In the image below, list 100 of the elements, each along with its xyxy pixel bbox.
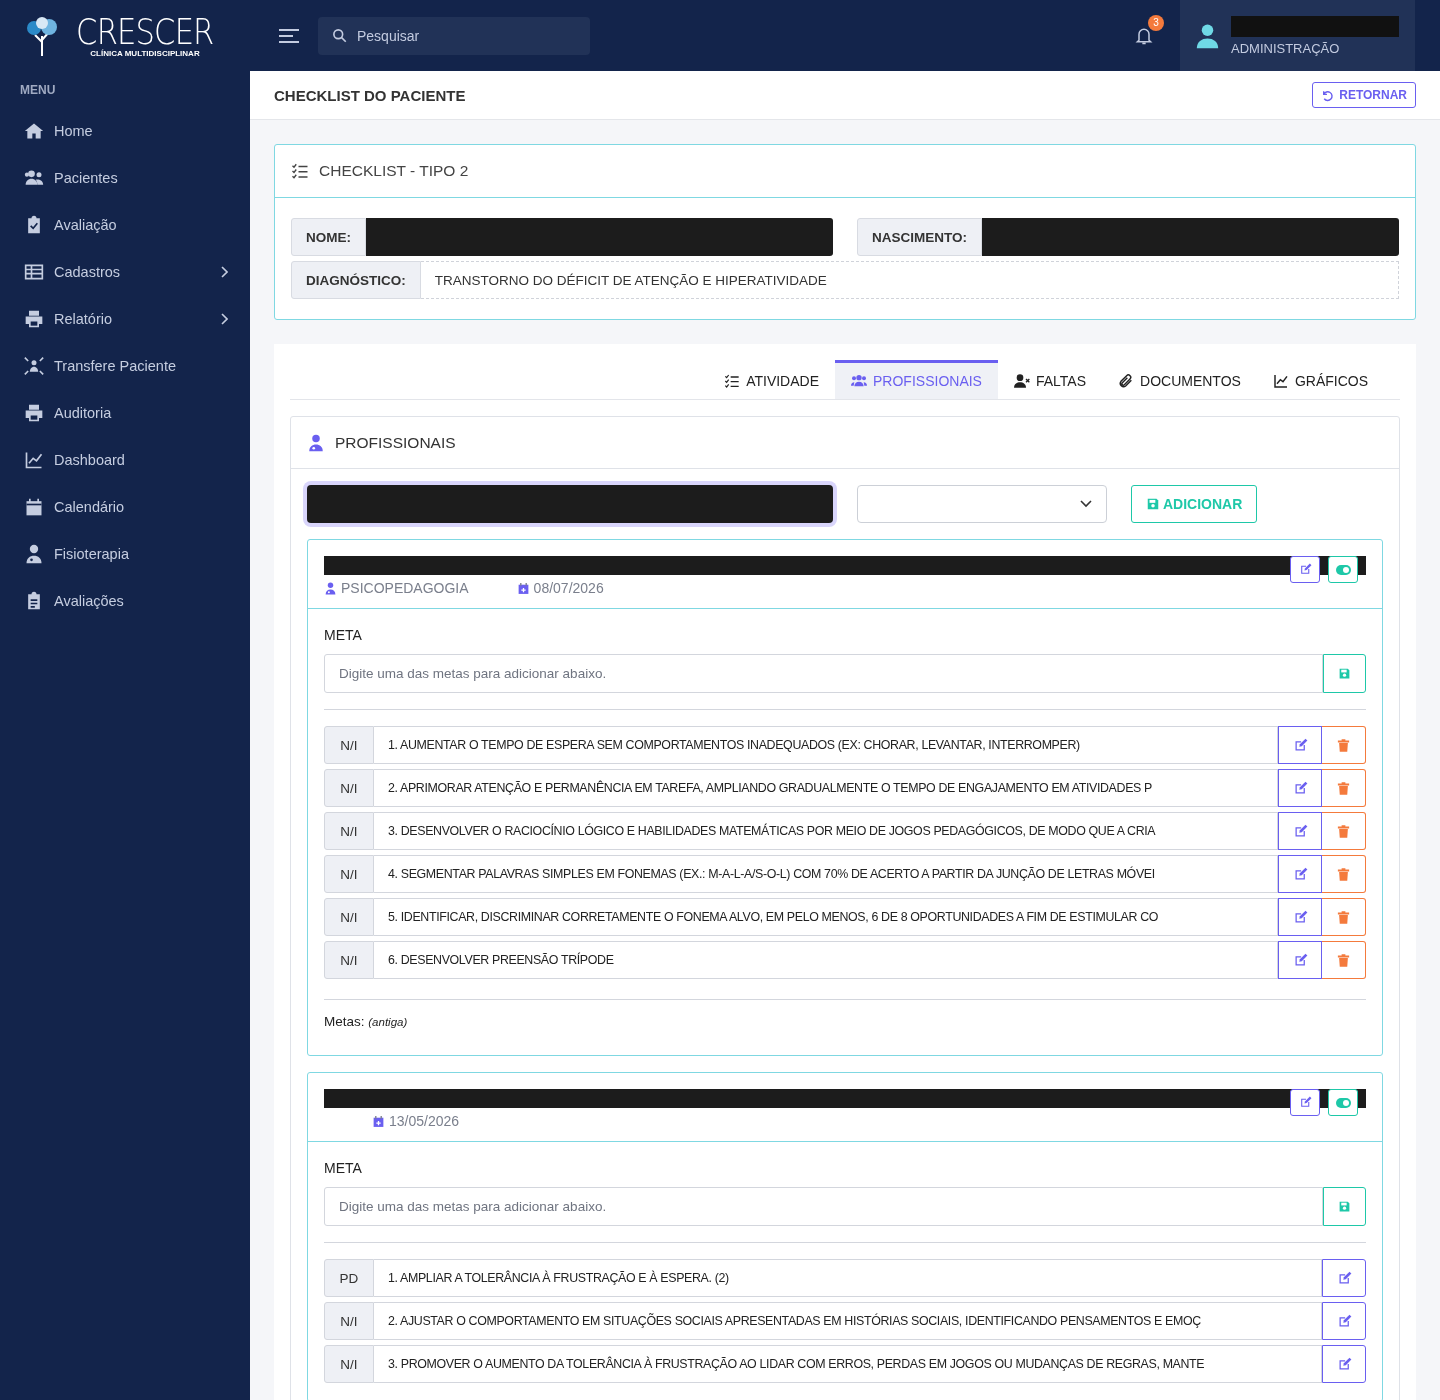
- goal-status: N/I: [324, 726, 374, 764]
- calendar-plus-icon: [516, 581, 530, 595]
- goal-input[interactable]: Digite uma das metas para adicionar abaixo.: [324, 654, 1323, 693]
- edit-button[interactable]: [1278, 769, 1322, 807]
- toggle-icon: [1335, 564, 1351, 575]
- trash-icon: [1336, 952, 1351, 968]
- printer-icon: [24, 402, 44, 423]
- edit-button[interactable]: [1290, 556, 1320, 583]
- goal-status: PD: [324, 1259, 374, 1297]
- edit-button[interactable]: [1278, 941, 1322, 979]
- search-field[interactable]: Pesquisar: [318, 16, 590, 55]
- goal-status: N/I: [324, 1302, 374, 1340]
- people-icon: [851, 373, 868, 389]
- card-title: CHECKLIST - TIPO 2: [319, 162, 469, 180]
- tab[interactable]: ATIVIDADE: [708, 360, 836, 399]
- printer-icon: [24, 308, 44, 329]
- toggle-button[interactable]: [1328, 1089, 1358, 1116]
- trash-icon: [1336, 780, 1351, 796]
- brand-tagline: CLÍNICA MULTIDISCIPLINAR: [90, 49, 200, 58]
- user-doctor-icon: [324, 581, 337, 595]
- goal-status: N/I: [324, 898, 374, 936]
- tab[interactable]: GRÁFICOS: [1256, 360, 1384, 399]
- undo-icon: [1321, 88, 1335, 102]
- field-value: TRANSTORNO DO DÉFICIT DE ATENÇÃO E HIPERATIVIDADE: [420, 261, 1399, 299]
- select-field[interactable]: [857, 485, 1107, 523]
- edit-button[interactable]: [1290, 1089, 1320, 1116]
- field-label: DIAGNÓSTICO:: [291, 261, 421, 299]
- goal-text: 5. IDENTIFICAR, DISCRIMINAR CORRETAMENTE O FONEMA ALVO, EM PELO MENOS, 6 DE 8 OPORTUNIDADES A FIM DE ESTIMULAR CO: [374, 898, 1278, 936]
- goal-text: 2. AJUSTAR O COMPORTAMENTO EM SITUAÇÕES SOCIAIS APRESENTADAS EM HISTÓRIAS SOCIAIS, IDENTIFICANDO PENSAMENTOS E EMOÇ: [374, 1302, 1322, 1340]
- sidebar-item[interactable]: Cadastros: [0, 248, 250, 295]
- goal-text: 3. DESENVOLVER O RACIOCÍNIO LÓGICO E HABILIDADES MATEMÁTICAS POR MEIO DE JOGOS PEDAGÓGICOS, DE MODO QUE A CRIA: [374, 812, 1278, 850]
- tab[interactable]: FALTAS: [997, 360, 1102, 399]
- edit-button[interactable]: [1322, 1259, 1366, 1297]
- brand-name: CRESCER: [76, 13, 214, 50]
- goal-input[interactable]: Digite uma das metas para adicionar abaixo.: [324, 1187, 1323, 1226]
- page-title: CHECKLIST DO PACIENTE: [274, 86, 466, 104]
- goal-status: N/I: [324, 941, 374, 979]
- delete-button[interactable]: [1322, 941, 1366, 979]
- edit-button[interactable]: [1322, 1345, 1366, 1383]
- tab[interactable]: DOCUMENTOS: [1102, 360, 1257, 399]
- delete-button[interactable]: [1322, 898, 1366, 936]
- sidebar-item[interactable]: Relatório: [0, 295, 250, 342]
- goals-note: Metas: (antiga): [324, 1014, 409, 1031]
- sidebar-item[interactable]: Calendário: [0, 483, 250, 530]
- line-chart-icon: [1272, 373, 1289, 389]
- goal-text: 6. DESENVOLVER PREENSÃO TRÍPODE: [374, 941, 1278, 979]
- save-icon: [1338, 667, 1351, 680]
- trash-icon: [1336, 823, 1351, 839]
- card-date: 08/07/2026: [533, 580, 604, 596]
- save-icon: [1338, 1200, 1351, 1213]
- edit-button[interactable]: [1278, 898, 1322, 936]
- delete-button[interactable]: [1322, 812, 1366, 850]
- sidebar-item[interactable]: Transfere Paciente: [0, 342, 250, 389]
- menu-heading: MENU: [19, 82, 57, 99]
- section-title: PROFISSIONAIS: [335, 433, 456, 452]
- sidebar-item[interactable]: Auditoria: [0, 389, 250, 436]
- meta-label: META: [324, 627, 363, 643]
- edit-button[interactable]: [1278, 812, 1322, 850]
- trash-icon: [1336, 737, 1351, 753]
- chevron-down-icon: [1080, 500, 1092, 508]
- back-button[interactable]: RETORNAR: [1312, 82, 1416, 108]
- calendar-icon: [24, 496, 44, 517]
- sidebar-item[interactable]: Avaliações: [0, 577, 250, 624]
- field-label: NOME:: [291, 218, 366, 256]
- sidebar-item[interactable]: Home: [0, 107, 250, 154]
- sidebar-item[interactable]: Dashboard: [0, 436, 250, 483]
- specialty: PSICOPEDAGOGIA: [341, 580, 469, 596]
- list-check-icon: [291, 162, 309, 180]
- goal-status: N/I: [324, 769, 374, 807]
- goal-text: 2. APRIMORAR ATENÇÃO E PERMANÊNCIA EM TAREFA, AMPLIANDO GRADUALMENTE O TEMPO DE ENGAJAMENTO EM ATIVIDADES P: [374, 769, 1278, 807]
- list-check-icon: [724, 373, 741, 389]
- user-x-icon: [1013, 373, 1030, 389]
- field-label: NASCIMENTO:: [857, 218, 982, 256]
- toggle-icon: [1335, 1097, 1351, 1108]
- edit-button[interactable]: [1278, 726, 1322, 764]
- delete-button[interactable]: [1322, 726, 1366, 764]
- goal-text: 3. PROMOVER O AUMENTO DA TOLERÂNCIA À FRUSTRAÇÃO AO LIDAR COM ERROS, PERDAS EM JOGOS OU MUDANÇAS DE REGRAS, MANTE: [374, 1345, 1322, 1383]
- save-icon: [1146, 497, 1160, 511]
- delete-button[interactable]: [1322, 855, 1366, 893]
- people-arrows-icon: [24, 355, 44, 376]
- menu-icon[interactable]: [278, 27, 300, 44]
- sidebar-item[interactable]: Avaliação: [0, 201, 250, 248]
- tab[interactable]: PROFISSIONAIS: [835, 360, 998, 399]
- search-icon: [332, 27, 347, 43]
- goal-text: 1. AUMENTAR O TEMPO DE ESPERA SEM COMPORTAMENTOS INADEQUADOS (EX: CHORAR, LEVANTAR, INTERROMPER): [374, 726, 1278, 764]
- paperclip-icon: [1118, 373, 1134, 389]
- user-panel[interactable]: ADMINISTRAÇÃO: [1180, 0, 1415, 71]
- notification-count: 3: [1148, 14, 1164, 31]
- user-role: ADMINISTRAÇÃO: [1231, 40, 1341, 56]
- edit-button[interactable]: [1278, 855, 1322, 893]
- sidebar-item[interactable]: Fisioterapia: [0, 530, 250, 577]
- card-date: 13/05/2026: [389, 1113, 460, 1129]
- edit-button[interactable]: [1322, 1302, 1366, 1340]
- user-doctor-icon: [24, 543, 44, 564]
- delete-button[interactable]: [1322, 769, 1366, 807]
- sidebar-item[interactable]: Pacientes: [0, 154, 250, 201]
- meta-label: META: [324, 1160, 363, 1176]
- goal-text: 4. SEGMENTAR PALAVRAS SIMPLES EM FONEMAS (EX.: M-A-L-A/S-O-L) COM 70% DE ACERTO A PARTIR DA JUNÇÃO DE LETRAS MÓVEI: [374, 855, 1278, 893]
- user-doctor-icon: [307, 433, 325, 452]
- toggle-button[interactable]: [1328, 556, 1358, 583]
